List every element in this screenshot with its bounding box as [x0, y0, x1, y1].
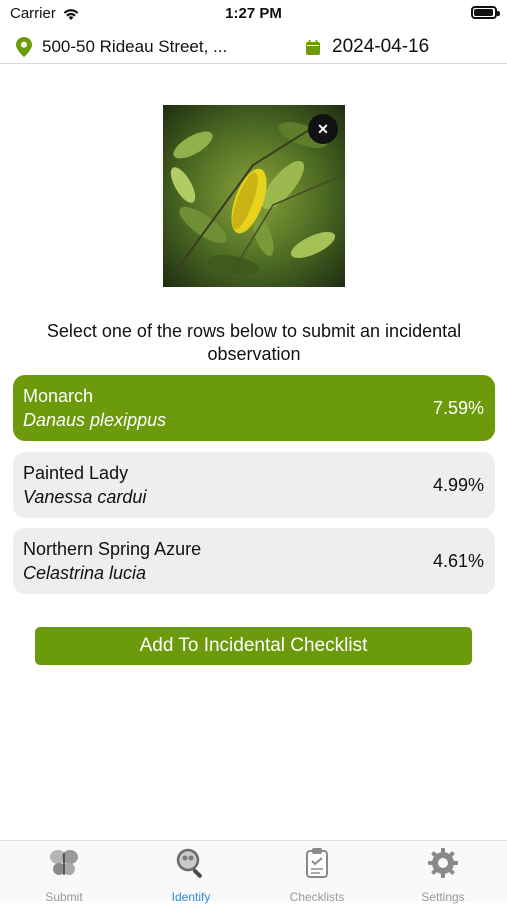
- tab-label: Settings: [421, 890, 465, 904]
- tab-label: Checklists: [289, 890, 345, 904]
- tab-checklists[interactable]: Checklists: [267, 847, 367, 904]
- tab-identify[interactable]: Identify: [141, 847, 241, 904]
- species-row-monarch[interactable]: Monarch Danaus plexippus 7.59%: [13, 375, 495, 441]
- magnifier-icon: [176, 848, 202, 878]
- species-scientific-name: Celastrina lucia: [23, 563, 147, 583]
- species-row-northern-spring-azure[interactable]: Northern Spring Azure Celastrina lucia 4…: [13, 528, 495, 594]
- species-common-name: Northern Spring Azure: [23, 539, 202, 559]
- location-selector[interactable]: 500-50 Rideau Street, ...: [16, 37, 227, 57]
- close-icon: ✕: [317, 120, 329, 137]
- clipboard-icon: [306, 848, 328, 878]
- status-bar: Carrier 1:27 PM: [0, 0, 507, 30]
- species-common-name: Monarch: [23, 386, 94, 406]
- species-row-painted-lady[interactable]: Painted Lady Vanessa cardui 4.99%: [13, 452, 495, 518]
- gear-icon: [428, 848, 458, 878]
- tab-settings[interactable]: Settings: [393, 847, 493, 904]
- date-selector[interactable]: 2024-04-16: [306, 36, 429, 58]
- observation-header: 500-50 Rideau Street, ... 2024-04-16: [0, 33, 507, 64]
- species-scientific-name: Vanessa cardui: [23, 487, 147, 507]
- remove-photo-button[interactable]: ✕: [308, 114, 338, 144]
- battery-icon: [471, 6, 500, 19]
- add-to-incidental-checklist-button[interactable]: Add To Incidental Checklist: [35, 627, 472, 665]
- date-label: 2024-04-16: [332, 36, 430, 57]
- species-confidence: 7.59%: [432, 398, 484, 418]
- calendar-icon: [306, 39, 320, 55]
- tab-submit[interactable]: Submit: [14, 847, 114, 904]
- tab-label: Identify: [171, 890, 211, 904]
- location-pin-icon: [16, 37, 32, 57]
- species-scientific-name: Danaus plexippus: [23, 410, 167, 430]
- species-common-name: Painted Lady: [23, 463, 129, 483]
- species-confidence: 4.61%: [432, 551, 484, 571]
- status-time: 1:27 PM: [225, 5, 282, 22]
- tab-label: Submit: [45, 890, 83, 904]
- species-confidence: 4.99%: [432, 475, 484, 495]
- butterfly-icon: [50, 850, 78, 875]
- tab-bar: Submit Identify Checklists Settings: [0, 840, 507, 904]
- instructions-text: Select one of the rows below to submit a…: [46, 321, 462, 364]
- location-label: 500-50 Rideau Street, ...: [42, 37, 228, 56]
